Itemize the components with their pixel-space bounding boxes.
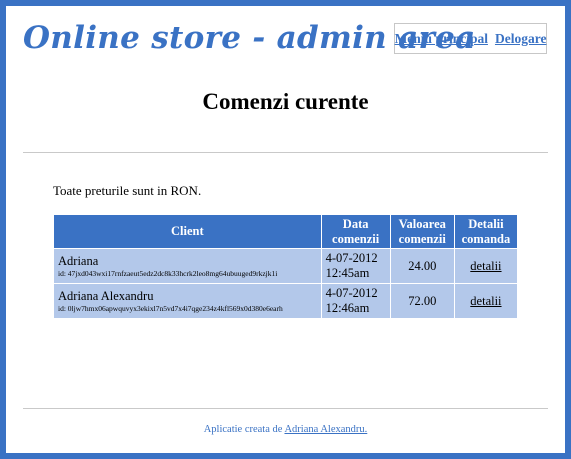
header-order-value: Valoarea comenzii <box>390 215 454 248</box>
header-client: Client <box>54 215 321 248</box>
header-order-date: Data comenzii <box>321 215 390 248</box>
client-id: id: 47jxd043wxi17rnfzaeut5edz2dc8k33hcrk… <box>58 268 278 278</box>
orders-table: Client Data comenzii Valoarea comenzii D… <box>53 214 518 319</box>
details-cell: detalii <box>454 284 517 318</box>
page-title: Comenzi curente <box>202 89 369 114</box>
order-value: 72.00 <box>390 284 454 318</box>
main-menu-link[interactable]: Meniu principal <box>395 31 488 47</box>
client-id: id: 0ljw7hmx06apwquvyx3ekixl7n5vd7x4i7qg… <box>58 303 283 313</box>
table-header-row: Client Data comenzii Valoarea comenzii D… <box>54 215 517 248</box>
client-name: Adriana Alexandru <box>58 288 154 303</box>
client-name: Adriana <box>58 253 99 268</box>
details-cell: detalii <box>454 249 517 283</box>
currency-note: Toate preturile sunt in RON. <box>53 183 202 198</box>
order-details-link[interactable]: detalii <box>470 259 501 273</box>
client-cell: Adriana id: 47jxd043wxi17rnfzaeut5edz2dc… <box>54 249 321 283</box>
header-value-line1: Valoarea <box>398 216 446 231</box>
order-details-link[interactable]: detalii <box>470 294 501 308</box>
footer: Aplicatie creata de Adriana Alexandru. <box>6 424 565 435</box>
order-date-cell: 4-07-2012 12:45am <box>321 249 390 283</box>
order-value: 24.00 <box>390 249 454 283</box>
order-date: 4-07-2012 <box>325 286 378 300</box>
header-order-details: Detalii comanda <box>454 215 517 248</box>
order-date: 4-07-2012 <box>325 251 378 265</box>
client-cell: Adriana Alexandru id: 0ljw7hmx06apwquvyx… <box>54 284 321 318</box>
top-divider <box>23 152 548 153</box>
bottom-divider <box>23 408 548 409</box>
author-link[interactable]: Adriana Alexandru. <box>284 424 367 435</box>
header-value-line2: comenzii <box>398 231 446 246</box>
header-details-line2: comanda <box>461 231 511 246</box>
order-date-cell: 4-07-2012 12:46am <box>321 284 390 318</box>
top-nav: Meniu principal Delogare <box>394 23 547 54</box>
order-time: 12:46am <box>325 301 370 315</box>
footer-text: Aplicatie creata de <box>203 424 285 435</box>
table-row: Adriana id: 47jxd043wxi17rnfzaeut5edz2dc… <box>54 249 517 283</box>
page-frame: Online store - admin area Meniu principa… <box>0 0 571 459</box>
logout-link[interactable]: Delogare <box>495 31 546 47</box>
order-time: 12:45am <box>325 266 370 280</box>
header-details-line1: Detalii <box>468 216 504 231</box>
header-date-line2: comenzii <box>332 231 380 246</box>
table-row: Adriana Alexandru id: 0ljw7hmx06apwquvyx… <box>54 284 517 318</box>
header-date-line1: Data <box>342 216 369 231</box>
